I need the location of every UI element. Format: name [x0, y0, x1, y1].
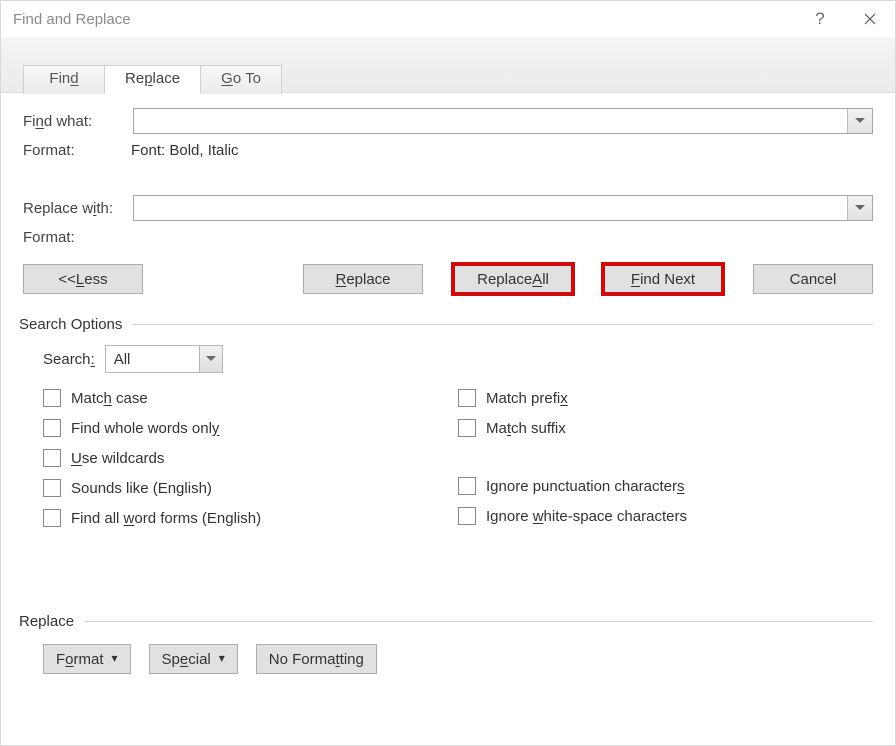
word-forms-checkbox[interactable]: Find all word forms (English)	[43, 509, 458, 527]
replace-with-input[interactable]	[133, 195, 873, 221]
replace-all-button[interactable]: Replace All	[453, 264, 573, 294]
search-direction-value: All	[114, 351, 131, 368]
ignore-punct-checkbox[interactable]: Ignore punctuation characters	[458, 477, 873, 495]
cancel-button[interactable]: Cancel	[753, 264, 873, 294]
title-bar: Find and Replace ?	[1, 1, 895, 37]
format-label-2: Format:	[23, 229, 133, 246]
no-formatting-button[interactable]: No Formatting	[256, 644, 377, 674]
replace-button[interactable]: Replace	[303, 264, 423, 294]
tab-goto[interactable]: Go To	[200, 65, 282, 94]
replace-header: Replace	[19, 613, 74, 630]
tab-find[interactable]: Find	[23, 65, 105, 94]
less-button[interactable]: << Less	[23, 264, 143, 294]
search-direction-label: Search:	[43, 351, 95, 368]
chevron-down-icon[interactable]	[199, 346, 222, 372]
tab-strip: Find Replace Go To	[1, 37, 895, 93]
chevron-down-icon[interactable]	[847, 109, 872, 133]
find-format-value: Font: Bold, Italic	[131, 142, 239, 159]
search-options-header: Search Options	[19, 316, 122, 333]
dialog-title: Find and Replace	[13, 11, 131, 28]
replace-with-label: Replace with:	[23, 200, 133, 217]
find-what-input[interactable]	[133, 108, 873, 134]
format-menu-button[interactable]: Format▾	[43, 644, 131, 674]
tab-replace[interactable]: Replace	[104, 65, 201, 94]
match-case-checkbox[interactable]: Match case	[43, 389, 458, 407]
find-next-button[interactable]: Find Next	[603, 264, 723, 294]
close-icon[interactable]	[845, 1, 895, 37]
wildcards-checkbox[interactable]: Use wildcards	[43, 449, 458, 467]
sounds-like-checkbox[interactable]: Sounds like (English)	[43, 479, 458, 497]
special-menu-button[interactable]: Special▾	[149, 644, 238, 674]
format-label-1: Format:	[23, 142, 133, 159]
divider	[132, 324, 873, 325]
help-icon[interactable]: ?	[795, 1, 845, 37]
client-area: Find what: Format: Font: Bold, Italic Re…	[1, 93, 895, 684]
search-direction-select[interactable]: All	[105, 345, 223, 373]
chevron-down-icon[interactable]	[847, 196, 872, 220]
match-suffix-checkbox[interactable]: Match suffix	[458, 419, 873, 437]
match-prefix-checkbox[interactable]: Match prefix	[458, 389, 873, 407]
divider	[84, 621, 873, 622]
find-what-label: Find what:	[23, 113, 133, 130]
whole-words-checkbox[interactable]: Find whole words only	[43, 419, 458, 437]
ignore-whitespace-checkbox[interactable]: Ignore white-space characters	[458, 507, 873, 525]
